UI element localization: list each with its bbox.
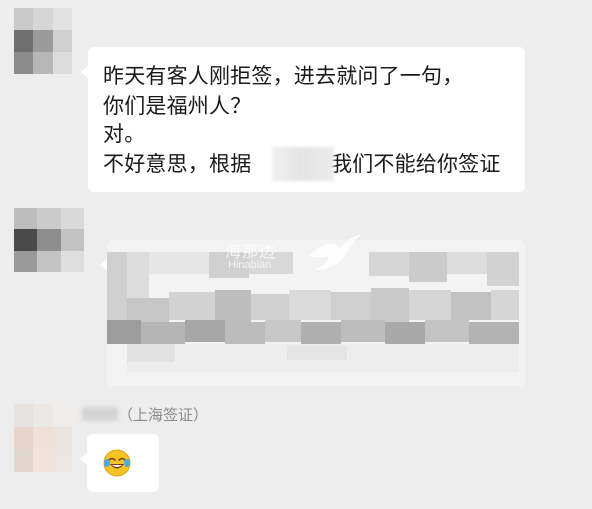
message-text-line: 你们是福州人？ xyxy=(103,94,252,118)
message-text-line: 昨天有客人刚拒签，进去就问了一句， xyxy=(103,64,464,88)
censored-text xyxy=(272,147,334,181)
message-text-line: 对。 xyxy=(103,122,146,146)
sender-name-label: （上海签证） xyxy=(118,406,209,424)
message-text-line: 不好意思，根据 xyxy=(103,152,252,176)
watermark-subtext: Hinabian xyxy=(228,259,272,271)
laughing-crying-emoji-icon xyxy=(103,449,131,477)
message-bubble: 昨天有客人刚拒签，进去就问了一句， 你们是福州人？ 对。 不好意思，根据 我们不… xyxy=(81,47,525,192)
sender-name-blur xyxy=(82,407,118,421)
message-text-line: 我们不能给你签证 xyxy=(331,152,501,176)
avatar[interactable] xyxy=(14,8,72,74)
swallow-logo-icon xyxy=(308,234,362,270)
avatar[interactable] xyxy=(14,208,84,272)
emoji-message-bubble xyxy=(80,434,159,492)
avatar[interactable] xyxy=(14,404,72,472)
